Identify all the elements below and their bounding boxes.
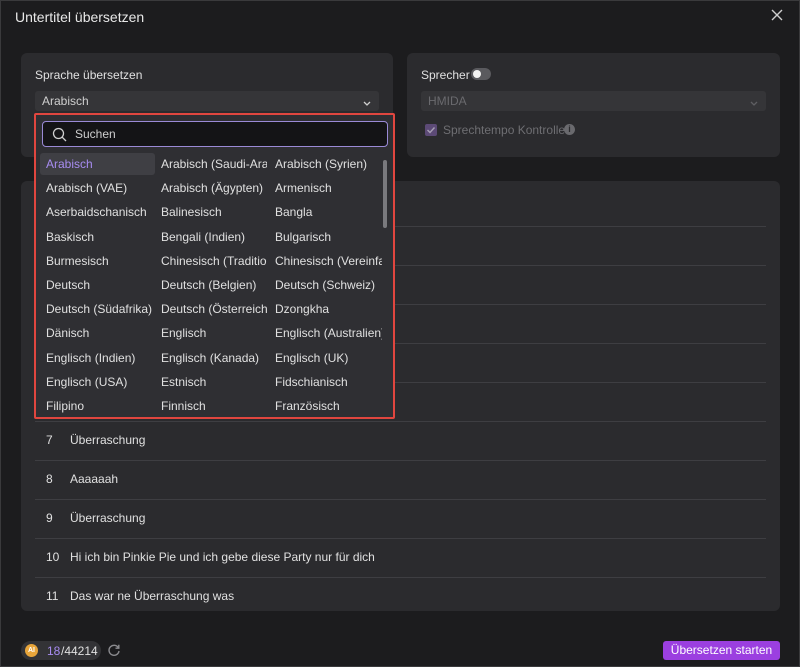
- translate-subtitles-dialog: Untertitel übersetzen Sprache übersetzen…: [0, 0, 800, 667]
- language-option[interactable]: Filipino: [40, 395, 155, 417]
- start-translation-button[interactable]: Übersetzen starten: [663, 641, 780, 660]
- dropdown-scrollbar[interactable]: [383, 160, 387, 228]
- language-option[interactable]: Englisch (UK): [269, 347, 382, 369]
- language-option[interactable]: Englisch (USA): [40, 371, 155, 393]
- language-option[interactable]: Balinesisch: [155, 201, 267, 223]
- table-row[interactable]: 7 Überraschung: [35, 421, 766, 461]
- toggle-knob: [473, 70, 481, 78]
- row-text[interactable]: Überraschung: [70, 433, 145, 447]
- table-row[interactable]: 11 Das war ne Überraschung was: [35, 577, 766, 611]
- chevron-down-icon: [750, 96, 758, 110]
- dialog-title: Untertitel übersetzen: [15, 9, 145, 25]
- language-option[interactable]: Dzongkha: [269, 298, 382, 320]
- language-option[interactable]: Armenisch: [269, 177, 382, 199]
- info-icon[interactable]: i: [564, 124, 575, 135]
- language-option[interactable]: Englisch: [155, 322, 267, 344]
- language-option[interactable]: Englisch (Kanada): [155, 347, 267, 369]
- translate-language-label: Sprache übersetzen: [35, 68, 143, 82]
- language-option[interactable]: Bulgarisch: [269, 226, 382, 248]
- credit-counter: AI 18 /44214: [21, 641, 101, 660]
- row-text[interactable]: Hi ich bin Pinkie Pie und ich gebe diese…: [70, 550, 375, 564]
- language-option[interactable]: Bangla: [269, 201, 382, 223]
- language-option[interactable]: Französisch: [269, 395, 382, 417]
- language-select[interactable]: Arabisch: [35, 91, 379, 111]
- language-option[interactable]: Deutsch (Österreich): [155, 298, 267, 320]
- close-icon[interactable]: [771, 9, 785, 23]
- language-option[interactable]: Chinesisch (Vereinfa...: [269, 250, 382, 272]
- language-option[interactable]: Finnisch: [155, 395, 267, 417]
- language-dropdown: ArabischArabisch (Saudi-Ara...Arabisch (…: [34, 113, 395, 419]
- search-input[interactable]: [75, 126, 375, 142]
- language-option[interactable]: Deutsch: [40, 274, 155, 296]
- refresh-icon[interactable]: [107, 643, 121, 660]
- table-row[interactable]: 9 Überraschung: [35, 499, 766, 539]
- selected-language: Arabisch: [42, 94, 89, 108]
- language-option[interactable]: Estnisch: [155, 371, 267, 393]
- speed-control-label: Sprechtempo Kontrolle: [443, 123, 566, 137]
- credits-used: 18: [47, 644, 61, 658]
- language-option[interactable]: Dänisch: [40, 322, 155, 344]
- language-option[interactable]: Baskisch: [40, 226, 155, 248]
- voice-value: HMIDA: [428, 94, 467, 108]
- ai-credit-icon: AI: [25, 644, 38, 657]
- table-row[interactable]: 10 Hi ich bin Pinkie Pie und ich gebe di…: [35, 538, 766, 578]
- language-option[interactable]: Englisch (Indien): [40, 347, 155, 369]
- title-bar: Untertitel übersetzen: [1, 1, 799, 33]
- row-number: 7: [46, 433, 53, 447]
- credits-total: /44214: [61, 644, 98, 658]
- row-number: 10: [46, 550, 60, 564]
- language-option[interactable]: Deutsch (Südafrika): [40, 298, 155, 320]
- speaker-toggle[interactable]: [471, 68, 491, 80]
- language-option[interactable]: Chinesisch (Traditio...: [155, 250, 267, 272]
- language-option[interactable]: Aserbaidschanisch: [40, 201, 155, 223]
- row-text[interactable]: Überraschung: [70, 511, 145, 525]
- row-text[interactable]: Aaaaaah: [70, 472, 118, 486]
- language-option[interactable]: Arabisch (Syrien): [269, 153, 382, 175]
- speaker-panel: Sprecher HMIDA Sprechtempo Kontrolle: [407, 53, 780, 157]
- row-number: 8: [46, 472, 53, 486]
- language-option[interactable]: Arabisch (Ägypten): [155, 177, 267, 199]
- chevron-down-icon: [363, 96, 371, 110]
- language-option[interactable]: Fidschianisch: [269, 371, 382, 393]
- row-number: 9: [46, 511, 53, 525]
- search-field[interactable]: [42, 121, 388, 147]
- speed-control-checkbox[interactable]: [425, 124, 437, 136]
- speaker-label: Sprecher: [421, 68, 470, 82]
- search-icon: [52, 127, 68, 146]
- language-option[interactable]: Deutsch (Belgien): [155, 274, 267, 296]
- row-number: 11: [46, 589, 59, 603]
- row-text[interactable]: Das war ne Überraschung was: [70, 589, 234, 603]
- table-row[interactable]: 8 Aaaaaah: [35, 460, 766, 500]
- language-option[interactable]: Englisch (Australien): [269, 322, 382, 344]
- language-option[interactable]: Burmesisch: [40, 250, 155, 272]
- language-option[interactable]: Deutsch (Schweiz): [269, 274, 382, 296]
- language-option[interactable]: Arabisch (VAE): [40, 177, 155, 199]
- language-option[interactable]: Arabisch (Saudi-Ara...: [155, 153, 267, 175]
- voice-select[interactable]: HMIDA: [421, 91, 766, 111]
- language-option[interactable]: Bengali (Indien): [155, 226, 267, 248]
- language-option[interactable]: Arabisch: [40, 153, 155, 175]
